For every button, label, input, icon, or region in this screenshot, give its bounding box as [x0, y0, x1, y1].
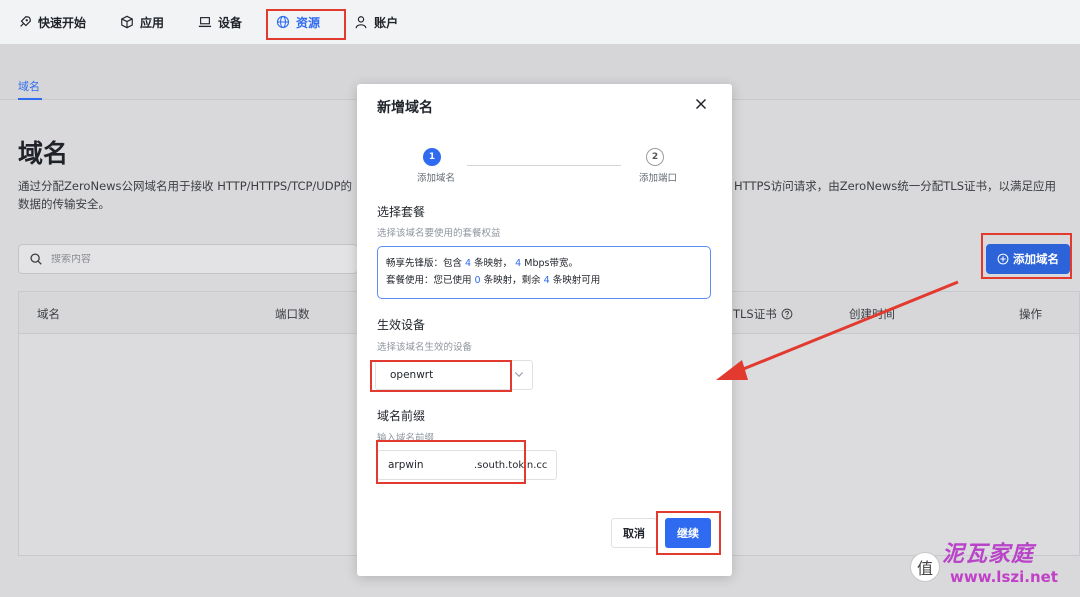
tab-underline — [18, 98, 42, 100]
device-section-title: 生效设备 — [377, 318, 426, 332]
search-input[interactable] — [51, 253, 331, 265]
cube-icon — [121, 15, 133, 29]
plan-number: 4 — [543, 275, 550, 286]
step-indicator-2: 2 — [646, 148, 664, 166]
annotation-box-device — [370, 360, 512, 392]
dialog-title: 新增域名 — [377, 100, 433, 116]
plan-text: Mbps带宽。 — [524, 258, 578, 269]
help-icon[interactable] — [781, 308, 793, 320]
plan-text: 条映射可用 — [552, 275, 601, 286]
watermark-badge: 值 — [910, 552, 940, 582]
step-connector — [467, 165, 621, 166]
nav-label: 应用 — [140, 15, 165, 30]
plan-line-2: 套餐使用：您已使用 0 条映射，剩余 4 条映射可用 — [386, 272, 702, 289]
nav-item-apps[interactable]: 应用 — [120, 8, 164, 36]
plan-text: 畅享先锋版：包含 — [386, 258, 463, 269]
column-header-tls: TLS证书 — [733, 306, 793, 322]
column-header-actions: 操作 — [1019, 307, 1042, 321]
annotation-box-add-domain — [981, 233, 1072, 279]
plan-section-title: 选择套餐 — [377, 205, 426, 219]
plan-section-hint: 选择该域名要使用的套餐权益 — [377, 228, 501, 239]
nav-item-account[interactable]: 账户 — [354, 8, 398, 36]
search-box[interactable] — [18, 244, 358, 274]
description-line: 数据的传输安全。 — [18, 197, 110, 211]
nav-item-devices[interactable]: 设备 — [198, 8, 242, 36]
plan-line-1: 畅享先锋版：包含 4 条映射， 4 Mbps带宽。 — [386, 255, 702, 272]
annotation-box-prefix — [376, 440, 526, 484]
column-header-domain: 域名 — [37, 307, 60, 321]
plan-text: 条映射， — [474, 258, 513, 269]
plan-number: 4 — [515, 258, 522, 269]
prefix-section-title: 域名前缀 — [377, 409, 426, 423]
add-domain-dialog: 新增域名 1 2 添加域名 添加端口 选择套餐 选择该域名要使用的套餐权益 畅享… — [357, 84, 732, 576]
cancel-button[interactable]: 取消 — [611, 518, 657, 548]
laptop-icon — [198, 17, 212, 28]
search-icon — [30, 253, 42, 265]
page-description: 通过分配ZeroNews公网域名用于接收 HTTP/HTTPS/TCP/UDP的… — [18, 177, 378, 213]
nav-item-quickstart[interactable]: 快速开始 — [18, 8, 86, 36]
close-icon[interactable] — [693, 96, 709, 112]
page-description-right: HTTPS访问请求，由ZeroNews统一分配TLS证书，以满足应用 — [734, 179, 1056, 193]
step-indicator-1: 1 — [423, 148, 441, 166]
tab-domains[interactable]: 域名 — [18, 78, 40, 94]
plan-number: 4 — [465, 258, 472, 269]
page-title: 域名 — [18, 139, 69, 168]
nav-label: 设备 — [218, 15, 243, 30]
annotation-box-resources — [266, 9, 346, 40]
device-section-hint: 选择该域名生效的设备 — [377, 342, 473, 353]
column-header-ports: 端口数 — [275, 307, 310, 321]
watermark-url: www.lszi.net — [950, 568, 1058, 586]
column-header-created: 创建时间 — [849, 307, 895, 321]
description-line: 通过分配ZeroNews公网域名用于接收 HTTP/HTTPS/TCP/UDP的 — [18, 179, 352, 193]
nav-label: 账户 — [374, 15, 399, 30]
plan-option-card[interactable]: 畅享先锋版：包含 4 条映射， 4 Mbps带宽。 套餐使用：您已使用 0 条映… — [377, 246, 711, 299]
rocket-icon — [20, 16, 31, 27]
top-nav: 快速开始 应用 设备 资源 账户 — [0, 0, 1080, 44]
step-label-1: 添加域名 — [417, 173, 456, 184]
nav-label: 快速开始 — [38, 15, 87, 30]
plan-text: 套餐使用：您已使用 — [386, 275, 472, 286]
annotation-box-continue — [656, 511, 721, 555]
step-label-2: 添加端口 — [639, 173, 678, 184]
plan-number: 0 — [474, 275, 481, 286]
chevron-down-icon[interactable] — [513, 368, 525, 380]
plan-text: 条映射，剩余 — [483, 275, 541, 286]
user-icon — [355, 16, 367, 29]
column-label: TLS证书 — [733, 307, 777, 321]
watermark-text: 泥瓦家庭 — [942, 541, 1035, 567]
